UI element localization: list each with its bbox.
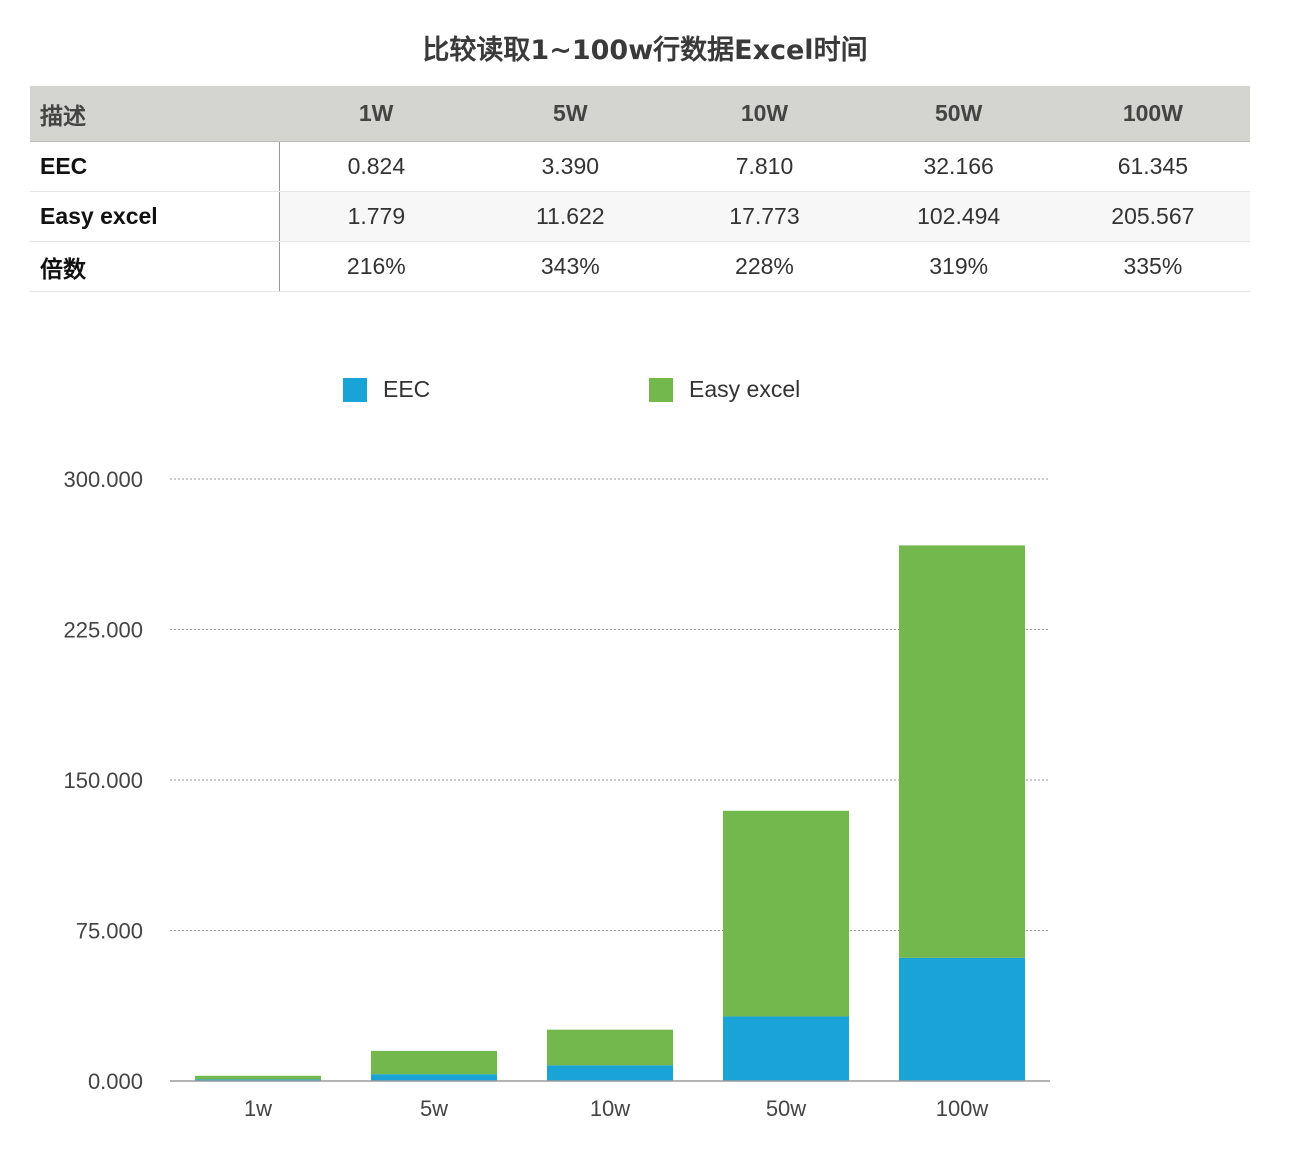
x-tick-label: 1w — [244, 1096, 272, 1121]
x-tick-label: 50w — [766, 1096, 806, 1121]
bar-eec — [371, 1074, 497, 1081]
bar-easy-excel — [723, 810, 849, 1017]
stacked-bar-chart: 0.000 75.000 150.000 225.000 300.000 1w 5w 10w 5… — [63, 467, 1050, 1121]
x-tick-label: 100w — [936, 1096, 989, 1121]
y-tick-label: 0.000 — [88, 1069, 143, 1094]
y-tick-label: 150.000 — [63, 768, 143, 793]
bar-easy-excel — [371, 1050, 497, 1075]
x-tick-label: 5w — [420, 1096, 448, 1121]
bar-easy-excel — [195, 1075, 321, 1080]
y-tick-label: 225.000 — [63, 618, 143, 643]
y-tick-label: 75.000 — [76, 919, 143, 944]
bar-eec — [899, 957, 1025, 1081]
bar-easy-excel — [547, 1029, 673, 1066]
bar-eec — [547, 1065, 673, 1081]
bar-easy-excel — [899, 545, 1025, 958]
x-tick-label: 10w — [590, 1096, 630, 1121]
bar-eec — [723, 1016, 849, 1081]
y-tick-label: 300.000 — [63, 467, 143, 492]
